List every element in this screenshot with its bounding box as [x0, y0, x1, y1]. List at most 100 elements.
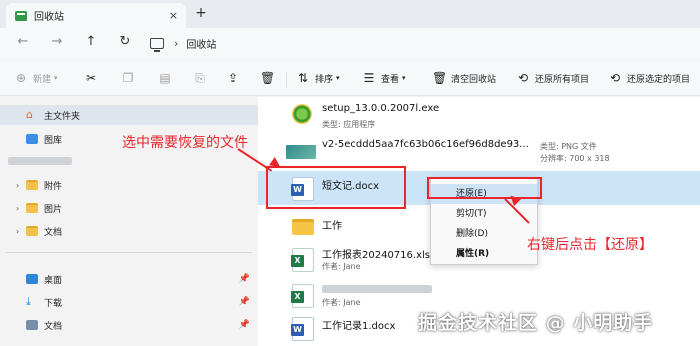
- recycle-bin-icon: [15, 10, 27, 21]
- address-row: ← → ↑ ↻ › 回收站: [0, 28, 700, 58]
- divider: [6, 252, 252, 253]
- sidebar-item-home[interactable]: ⌂ 主文件夹: [0, 105, 258, 125]
- list-item[interactable]: setup_13.0.0.2007l.exe 类型: 应用程序: [258, 97, 700, 133]
- file-name: setup_13.0.0.2007l.exe: [322, 103, 440, 114]
- restore-selected-label: 还原选定的项目: [627, 74, 691, 85]
- address-bar[interactable]: › 回收站: [150, 32, 690, 54]
- chevron-down-icon: ▾: [336, 74, 340, 82]
- breadcrumb[interactable]: 回收站: [186, 36, 216, 51]
- pin-icon[interactable]: 📌: [239, 297, 250, 307]
- restore-selected-icon: ⟲: [609, 71, 621, 85]
- file-author: 作者: Jane: [322, 298, 361, 307]
- title-bar: 回收站 × +: [0, 0, 700, 28]
- sidebar-item-label: 附件: [44, 181, 63, 192]
- sidebar-item-documents[interactable]: 文档 📌: [0, 315, 258, 335]
- chevron-down-icon: ▾: [402, 74, 406, 82]
- word-icon: [291, 317, 314, 341]
- view-label: 查看: [381, 74, 400, 85]
- cut-icon[interactable]: ✂: [84, 71, 103, 85]
- forward-icon[interactable]: →: [48, 34, 66, 52]
- tab-label: 回收站: [34, 12, 64, 23]
- sidebar-item-label: 图片: [44, 204, 63, 215]
- desktop-icon: [26, 274, 38, 284]
- file-meta: 类型: 应用程序: [322, 120, 376, 129]
- sidebar-item-label: 图库: [44, 135, 63, 146]
- file-name: v2-5ecddd5aa7fc63b06c16ef96d8de93...: [322, 139, 529, 150]
- download-icon: ⤓: [26, 295, 31, 308]
- refresh-icon[interactable]: ↻: [116, 34, 134, 52]
- redacted-text: [8, 157, 72, 165]
- pin-icon[interactable]: 📌: [239, 274, 250, 284]
- rename-icon[interactable]: ⎘: [193, 71, 212, 85]
- image-icon: [286, 145, 316, 159]
- sort-label: 排序: [315, 74, 334, 85]
- home-icon: ⌂: [26, 108, 33, 121]
- new-tab-button[interactable]: +: [192, 5, 210, 21]
- empty-label: 清空回收站: [451, 74, 497, 85]
- pin-icon[interactable]: 📌: [239, 320, 250, 330]
- file-type: 类型: PNG 文件: [540, 142, 597, 151]
- chevron-right-icon[interactable]: ›: [16, 204, 26, 213]
- back-icon[interactable]: ←: [14, 34, 32, 52]
- watermark: 掘金技术社区 @ 小明助手: [418, 312, 654, 334]
- excel-icon: [291, 248, 314, 272]
- restore-selected-button[interactable]: ⟲ 还原选定的项目: [608, 71, 690, 85]
- chevron-down-icon: ▾: [54, 74, 58, 82]
- menu-item-properties[interactable]: 属性(R): [431, 244, 537, 264]
- command-bar: ⊕ 新建 ▾ ✂ ❐ ▤ ⎘ ⇪ 🗑 ⇅ 排序 ▾ ☰ 查看 ▾ 🗑 清空回收站…: [0, 62, 700, 96]
- folder-icon: [26, 226, 38, 236]
- sort-icon: ⇅: [297, 71, 309, 85]
- folder-icon: [26, 180, 38, 190]
- sidebar-item-downloads[interactable]: ⤓ 下载 📌: [0, 292, 258, 312]
- restore-all-icon: ⟲: [517, 71, 529, 85]
- close-tab-icon[interactable]: ×: [169, 9, 178, 22]
- annotation-select: 选中需要恢复的文件: [122, 135, 248, 151]
- sidebar-item-desktop[interactable]: 桌面 📌: [0, 269, 258, 289]
- sort-button[interactable]: ⇅ 排序 ▾: [296, 71, 340, 85]
- view-button[interactable]: ☰ 查看 ▾: [362, 71, 406, 85]
- gallery-icon: [26, 134, 38, 144]
- folder-icon: [26, 203, 38, 213]
- copy-icon[interactable]: ❐: [121, 71, 140, 85]
- sidebar-item-label: 下载: [44, 298, 63, 309]
- file-resolution: 分辨率: 700 x 318: [540, 154, 610, 163]
- list-item[interactable]: v2-5ecddd5aa7fc63b06c16ef96d8de93... 类型:…: [258, 135, 700, 169]
- empty-recycle-bin-button[interactable]: 🗑 清空回收站: [432, 71, 496, 85]
- file-name: 工作: [322, 221, 342, 232]
- chevron-right-icon: ›: [174, 36, 179, 50]
- sidebar-item-label: 主文件夹: [44, 111, 81, 122]
- documents-icon: [26, 320, 38, 330]
- highlight-box-restore: [427, 177, 542, 199]
- delete-icon[interactable]: 🗑: [260, 71, 279, 85]
- share-icon[interactable]: ⇪: [226, 71, 245, 85]
- computer-icon: [150, 37, 164, 52]
- new-label: 新建: [33, 74, 52, 85]
- sidebar-item-label: 文档: [44, 321, 63, 332]
- setup-icon: [292, 104, 312, 124]
- plus-circle-icon: ⊕: [15, 71, 27, 85]
- chevron-right-icon[interactable]: ›: [16, 227, 26, 236]
- folder-icon: [292, 219, 314, 235]
- file-name: 工作记录1.docx: [322, 321, 396, 332]
- sidebar-item-folder[interactable]: › 图片: [0, 198, 258, 218]
- restore-all-label: 还原所有项目: [535, 74, 590, 85]
- annotation-click: 右键后点击【还原】: [527, 237, 653, 253]
- menu-item-delete[interactable]: 删除(D): [431, 224, 537, 244]
- excel-icon: [291, 284, 314, 308]
- chevron-right-icon[interactable]: ›: [16, 181, 26, 190]
- divider: [286, 72, 287, 88]
- highlight-box-file: [266, 166, 406, 209]
- file-author: 作者: Jane: [322, 262, 361, 271]
- tab-recycle-bin[interactable]: 回收站 ×: [6, 3, 186, 28]
- sidebar-item-folder[interactable]: › 文档: [0, 221, 258, 241]
- new-button[interactable]: ⊕ 新建 ▾: [14, 71, 58, 85]
- up-icon[interactable]: ↑: [82, 34, 100, 52]
- restore-all-button[interactable]: ⟲ 还原所有项目: [516, 71, 589, 85]
- sidebar-item-label: 文档: [44, 227, 63, 238]
- sidebar-item-folder[interactable]: › 附件: [0, 175, 258, 195]
- file-name: 工作报表20240716.xlsx: [322, 250, 436, 261]
- paste-icon[interactable]: ▤: [158, 71, 177, 85]
- sidebar-item-redacted[interactable]: [0, 151, 258, 171]
- sidebar-item-label: 桌面: [44, 275, 63, 286]
- redacted-text: [322, 285, 432, 293]
